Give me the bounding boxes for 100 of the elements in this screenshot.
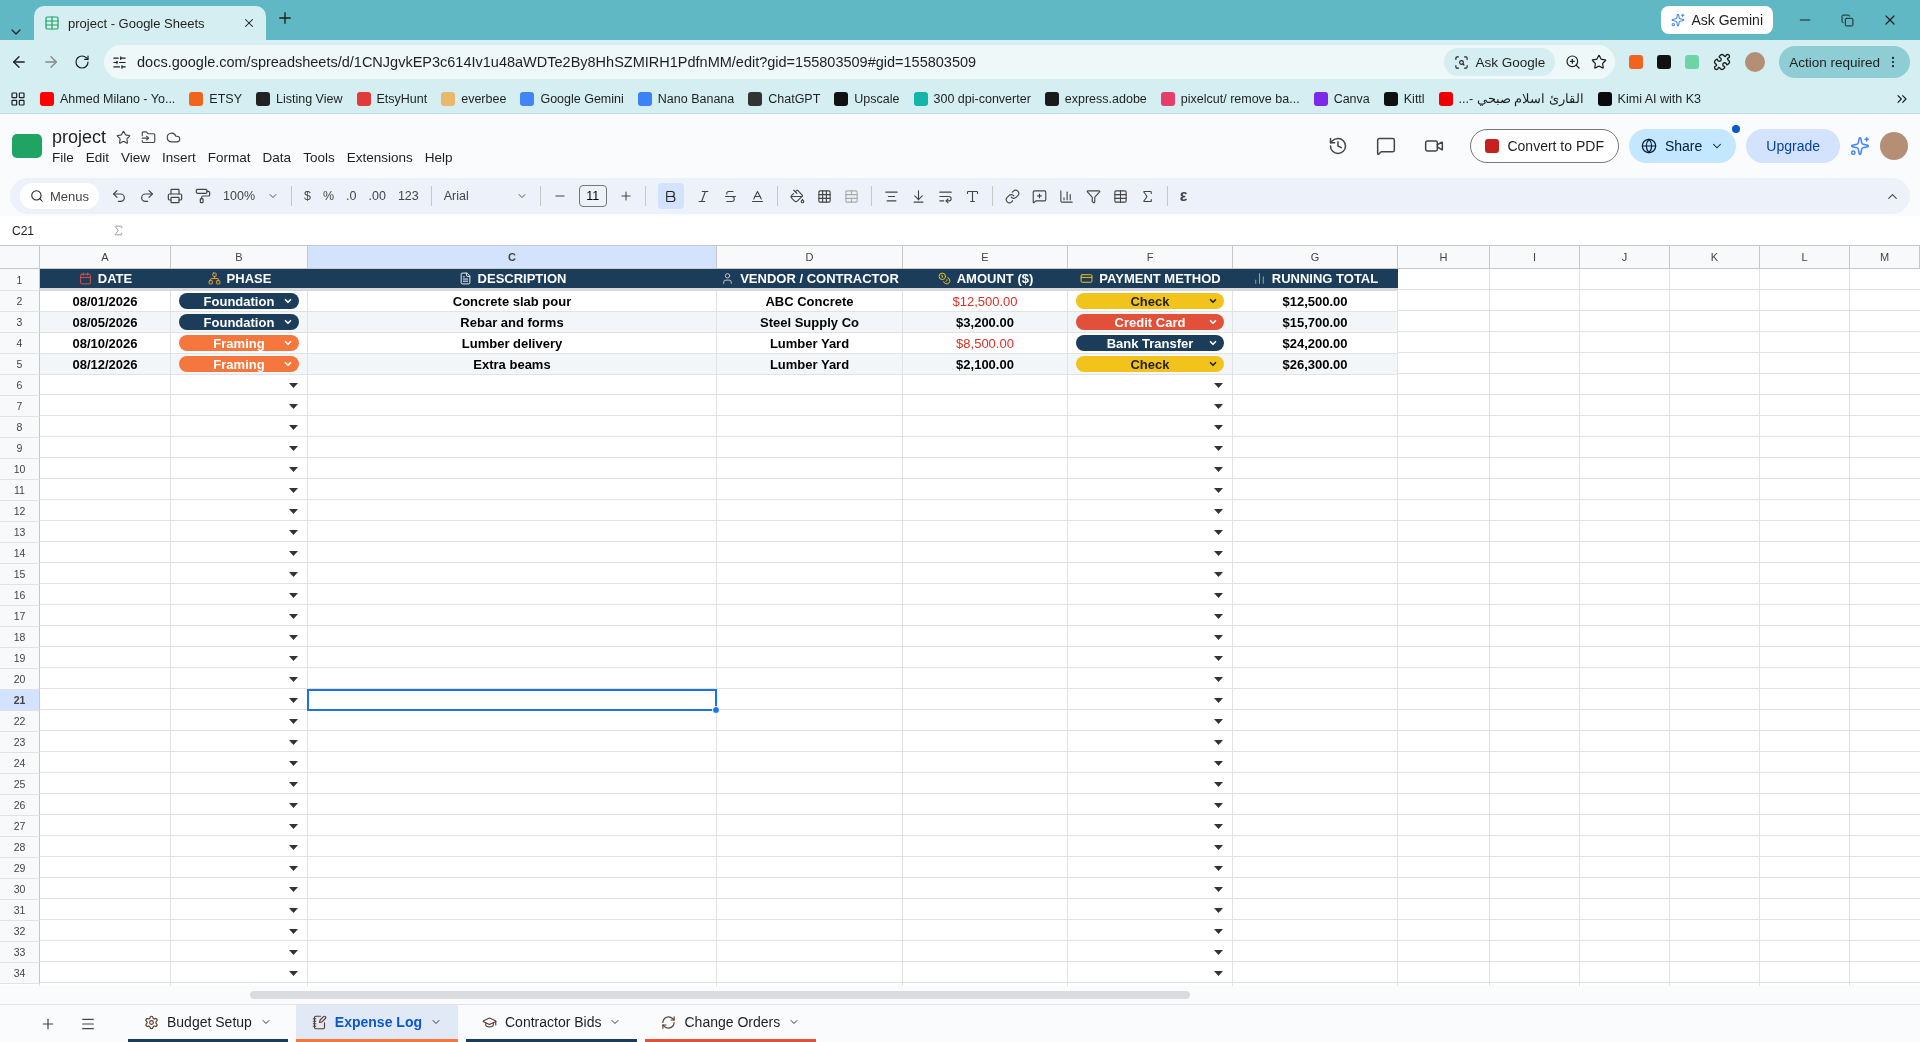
- row-number[interactable]: 25: [0, 774, 40, 795]
- menu-item[interactable]: Tools: [303, 150, 335, 165]
- payment-chip[interactable]: Bank Transfer: [1076, 335, 1224, 351]
- increase-size-icon[interactable]: [618, 189, 633, 203]
- row-number[interactable]: 8: [0, 417, 40, 438]
- row-number[interactable]: 5: [0, 354, 40, 375]
- strikethrough-icon[interactable]: [722, 188, 738, 204]
- add-comment-icon[interactable]: [1031, 188, 1047, 204]
- bookmark-link[interactable]: EtsyHunt: [356, 91, 428, 106]
- row-number[interactable]: 6: [0, 375, 40, 396]
- caret-icon[interactable]: [289, 782, 298, 787]
- caret-icon[interactable]: [289, 740, 298, 745]
- row-number[interactable]: 30: [0, 879, 40, 900]
- row-number[interactable]: 12: [0, 501, 40, 522]
- history-icon[interactable]: [1328, 136, 1349, 156]
- caret-icon[interactable]: [289, 656, 298, 661]
- percent-format-button[interactable]: %: [322, 189, 335, 203]
- number-format-button[interactable]: 123: [397, 189, 419, 203]
- decrease-decimal-button[interactable]: .0: [346, 189, 357, 203]
- caret-icon[interactable]: [1214, 908, 1223, 913]
- caret-icon[interactable]: [1214, 404, 1223, 409]
- caret-icon[interactable]: [289, 635, 298, 640]
- text-color-icon[interactable]: [749, 188, 765, 204]
- row-number[interactable]: 21: [0, 690, 40, 711]
- lens-icon[interactable]: [1454, 54, 1470, 70]
- bold-button[interactable]: [657, 183, 684, 209]
- phase-chip[interactable]: Foundation: [179, 314, 299, 330]
- selected-cell[interactable]: [307, 689, 717, 711]
- caret-icon[interactable]: [1214, 740, 1223, 745]
- text-wrap-icon[interactable]: [937, 188, 953, 204]
- caret-icon[interactable]: [289, 425, 298, 430]
- bookmark-link[interactable]: pixelcut/ remove ba...: [1160, 91, 1300, 106]
- caret-icon[interactable]: [1214, 782, 1223, 787]
- row-number[interactable]: 23: [0, 732, 40, 753]
- menu-item[interactable]: Insert: [162, 150, 196, 165]
- row-number[interactable]: 10: [0, 459, 40, 480]
- caret-icon[interactable]: [289, 383, 298, 388]
- caret-icon[interactable]: [1214, 761, 1223, 766]
- bookmark-link[interactable]: Kimi AI with K3: [1597, 91, 1701, 106]
- column-header[interactable]: E: [903, 246, 1068, 269]
- caret-icon[interactable]: [289, 803, 298, 808]
- sparkle-icon[interactable]: [1671, 13, 1686, 27]
- bookmark-link[interactable]: ETSY: [189, 91, 242, 106]
- caret-icon[interactable]: [1214, 698, 1223, 703]
- row-number[interactable]: 32: [0, 921, 40, 942]
- caret-icon[interactable]: [1214, 425, 1223, 430]
- caret-icon[interactable]: [289, 593, 298, 598]
- sheet-tab[interactable]: Expense Log: [295, 1005, 458, 1042]
- payment-chip[interactable]: Check: [1076, 293, 1224, 309]
- caret-icon[interactable]: [289, 824, 298, 829]
- caret-icon[interactable]: [1214, 635, 1223, 640]
- row-number[interactable]: 31: [0, 900, 40, 921]
- row-number[interactable]: 20: [0, 669, 40, 690]
- caret-icon[interactable]: [289, 509, 298, 514]
- caret-icon[interactable]: [1214, 866, 1223, 871]
- reload-icon[interactable]: [74, 54, 90, 70]
- chart-icon[interactable]: [1058, 188, 1074, 204]
- row-number[interactable]: 28: [0, 837, 40, 858]
- caret-icon[interactable]: [1214, 719, 1223, 724]
- document-title[interactable]: project: [52, 127, 107, 148]
- bookmark-link[interactable]: ChatGPT: [748, 91, 821, 106]
- bookmark-link[interactable]: express.adobe: [1044, 91, 1147, 106]
- caret-icon[interactable]: [289, 719, 298, 724]
- redo-icon[interactable]: [139, 188, 156, 204]
- row-number[interactable]: 29: [0, 858, 40, 879]
- caret-icon[interactable]: [289, 488, 298, 493]
- account-avatar[interactable]: [1880, 132, 1908, 160]
- upgrade-button[interactable]: Upgrade: [1746, 129, 1840, 163]
- caret-icon[interactable]: [289, 971, 298, 976]
- menu-item[interactable]: File: [52, 150, 74, 165]
- bookmark-star-icon[interactable]: [1591, 54, 1608, 70]
- action-required-button[interactable]: Action required: [1779, 46, 1910, 78]
- address-bar[interactable]: docs.google.com/spreadsheets/d/1CNJgvkEP3c614Iv1u48aWDTe2By8HhSZMIRH1PdfnMM/edit?gid=155803509#gid=155803509 Ask Google: [104, 45, 1616, 79]
- column-header[interactable]: A: [40, 246, 171, 269]
- ask-google-button[interactable]: Ask Google: [1444, 48, 1556, 76]
- undo-icon[interactable]: [111, 188, 128, 204]
- caret-icon[interactable]: [289, 845, 298, 850]
- row-number[interactable]: 13: [0, 522, 40, 543]
- comment-icon[interactable]: [1376, 136, 1397, 156]
- row-number[interactable]: 19: [0, 648, 40, 669]
- bookmark-link[interactable]: القارئ اسلام صبحي -...: [1438, 91, 1584, 106]
- align-icon[interactable]: [883, 188, 899, 204]
- row-number[interactable]: 2: [0, 291, 40, 312]
- browser-tab[interactable]: project - Google Sheets: [34, 6, 266, 40]
- row-number[interactable]: 18: [0, 627, 40, 648]
- caret-icon[interactable]: [1214, 551, 1223, 556]
- row-number[interactable]: 34: [0, 963, 40, 984]
- payment-chip[interactable]: Check: [1076, 356, 1224, 372]
- horizontal-scrollbar[interactable]: [250, 991, 1190, 999]
- currency-format-button[interactable]: $: [304, 189, 311, 203]
- menu-search-field[interactable]: Menus: [20, 183, 100, 209]
- sheet-tab[interactable]: Budget Setup: [128, 1005, 288, 1042]
- caret-icon[interactable]: [1214, 446, 1223, 451]
- equation-button[interactable]: ε: [1179, 187, 1188, 205]
- extensions-icon[interactable]: [1713, 53, 1732, 71]
- row-number[interactable]: 9: [0, 438, 40, 459]
- filter-icon[interactable]: [1085, 188, 1101, 204]
- bookmark-link[interactable]: Canva: [1313, 91, 1370, 106]
- caret-icon[interactable]: [1214, 509, 1223, 514]
- row-number[interactable]: 16: [0, 585, 40, 606]
